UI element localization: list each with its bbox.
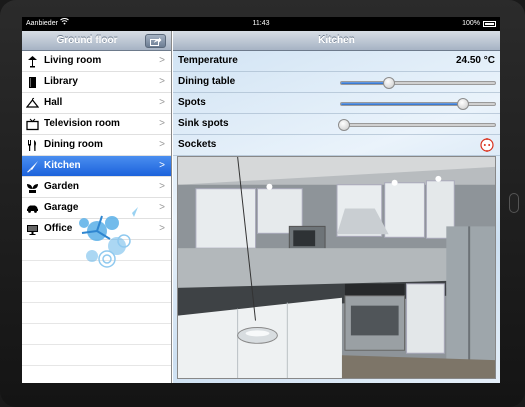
empty-row <box>22 282 171 303</box>
master-navbar: Ground floor <box>22 31 171 51</box>
sink-spots-row: Sink spots <box>173 114 500 135</box>
room-label: Office <box>44 223 73 234</box>
slider-fill <box>341 82 389 84</box>
empty-row <box>22 324 171 345</box>
temperature-label: Temperature <box>178 55 238 66</box>
room-label: Garage <box>44 202 79 213</box>
room-label: Garden <box>44 181 80 192</box>
chevron-right-icon: > <box>159 202 165 213</box>
chevron-right-icon: > <box>159 76 165 87</box>
screen: Aanbieder 11:43 100% Ground floor Living… <box>22 17 500 383</box>
fork-knife-icon <box>28 140 36 151</box>
slider-fill <box>341 103 463 105</box>
temperature-row: Temperature 24.50 °C <box>173 51 500 72</box>
master-pane: Ground floor Living room > Library > Hal… <box>22 31 172 383</box>
power-socket-icon[interactable] <box>480 138 494 152</box>
floor-lamp-icon <box>28 56 37 68</box>
chevron-right-icon: > <box>159 160 165 171</box>
room-item-living-room[interactable]: Living room > <box>22 51 171 72</box>
battery-percentage: 100% <box>462 20 480 27</box>
detail-title: Kitchen <box>318 35 355 46</box>
television-icon <box>26 118 39 131</box>
slider-knob[interactable] <box>456 98 469 110</box>
computer-monitor-icon <box>27 225 38 235</box>
slider-knob[interactable] <box>338 119 351 131</box>
battery-icon <box>483 21 496 27</box>
cooking-knife-icon <box>27 161 38 173</box>
room-item-dining-room[interactable]: Dining room > <box>22 135 171 156</box>
dining-table-slider[interactable] <box>340 77 496 89</box>
room-item-library[interactable]: Library > <box>22 72 171 93</box>
temperature-value: 24.50 °C <box>455 55 495 66</box>
car-icon <box>27 205 38 213</box>
status-bar: Aanbieder 11:43 100% <box>22 17 500 31</box>
dining-table-label: Dining table <box>178 76 236 87</box>
spots-row: Spots <box>173 93 500 114</box>
clock: 11:43 <box>252 20 270 27</box>
room-item-hall[interactable]: Hall > <box>22 93 171 114</box>
chevron-right-icon: > <box>159 55 165 66</box>
chevron-right-icon: > <box>159 97 165 108</box>
room-item-television-room[interactable]: Television room > <box>22 114 171 135</box>
room-item-kitchen[interactable]: Kitchen > <box>22 156 171 177</box>
detail-pane: Kitchen Temperature 24.50 °C Dining tabl… <box>173 31 500 383</box>
empty-row <box>22 303 171 324</box>
detail-navbar: Kitchen <box>173 31 500 51</box>
chevron-right-icon: > <box>159 223 165 234</box>
room-label: Television room <box>44 118 120 129</box>
room-label: Dining room <box>44 139 103 150</box>
sink-spots-slider[interactable] <box>338 119 496 131</box>
empty-row <box>22 345 171 366</box>
room-list: Living room > Library > Hall > Televisio… <box>22 51 171 366</box>
plant-icon <box>27 184 38 193</box>
spots-slider[interactable] <box>340 98 496 110</box>
empty-row <box>22 261 171 282</box>
room-label: Library <box>44 76 78 87</box>
coat-hanger-icon <box>26 97 39 108</box>
room-label: Kitchen <box>44 160 81 171</box>
sockets-row: Sockets <box>173 135 500 156</box>
sink-spots-label: Sink spots <box>178 118 229 129</box>
home-button[interactable] <box>509 193 519 213</box>
chevron-right-icon: > <box>159 181 165 192</box>
chevron-right-icon: > <box>159 118 165 129</box>
dining-table-row: Dining table <box>173 72 500 93</box>
share-button[interactable] <box>145 34 166 48</box>
room-item-garden[interactable]: Garden > <box>22 177 171 198</box>
room-item-garage[interactable]: Garage > <box>22 198 171 219</box>
sockets-label: Sockets <box>178 139 217 150</box>
room-label: Living room <box>44 55 102 66</box>
slider-knob[interactable] <box>382 77 395 89</box>
book-icon <box>29 77 36 88</box>
empty-row <box>22 240 171 261</box>
ipad-frame: Aanbieder 11:43 100% Ground floor Living… <box>0 0 525 407</box>
master-title: Ground floor <box>56 35 118 46</box>
room-label: Hall <box>44 97 63 108</box>
spots-label: Spots <box>178 97 206 108</box>
room-item-office[interactable]: Office > <box>22 219 171 240</box>
share-icon <box>150 37 162 46</box>
kitchen-camera-image <box>177 156 496 379</box>
chevron-right-icon: > <box>159 139 165 150</box>
